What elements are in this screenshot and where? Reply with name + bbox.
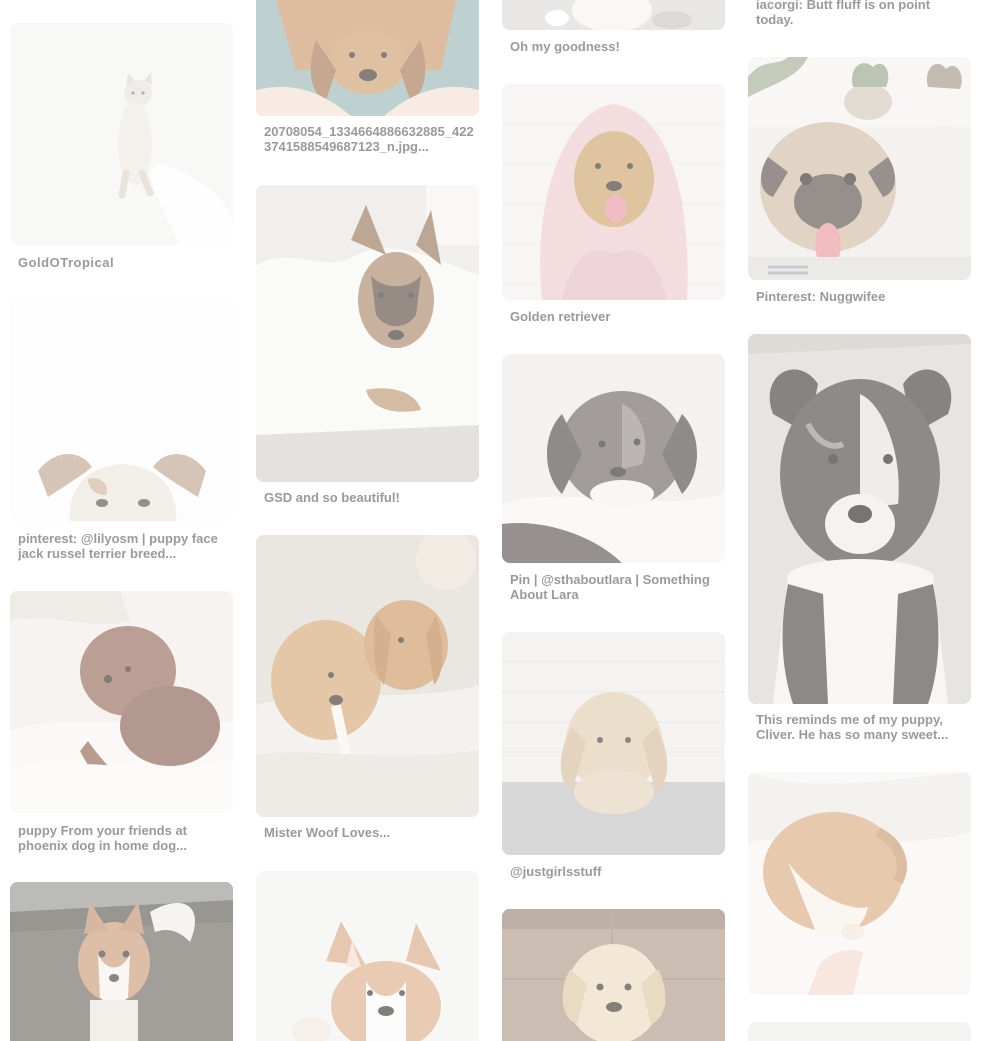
- pin-caption: GoldOTropical: [18, 255, 115, 270]
- pin-caption: Golden retriever: [510, 309, 611, 324]
- pin-white-pup[interactable]: Oh my goodness!: [502, 0, 725, 60]
- pin-image[interactable]: [502, 909, 725, 1041]
- pin-image[interactable]: [10, 299, 233, 521]
- pin-merle-pup[interactable]: Pin | @sthaboutlara | Something About La…: [502, 354, 725, 609]
- pin-image[interactable]: [502, 354, 725, 563]
- pin-caption: Pin | @sthaboutlara | Something About La…: [510, 572, 710, 602]
- pin-caption: Oh my goodness!: [510, 39, 620, 54]
- pin-bunny[interactable]: @justgirlsstuff: [502, 632, 725, 882]
- pin-image[interactable]: [256, 185, 479, 482]
- pin-terrier[interactable]: pinterest: @lilyosm | puppy face jack ru…: [10, 299, 233, 569]
- pin-image[interactable]: [748, 772, 971, 995]
- pin-image[interactable]: [502, 0, 725, 30]
- pin-caption: Mister Woof Loves...: [264, 825, 391, 840]
- pin-golden-lap[interactable]: 20708054_1334664886632885_42237415885496…: [256, 0, 479, 160]
- pin-image[interactable]: [256, 871, 479, 1041]
- pin-corgi-butt[interactable]: iacorgi: Butt fluff is on point today.: [748, 0, 971, 30]
- pin-sleeping-pup[interactable]: [748, 772, 971, 1002]
- pin-aussie-pup[interactable]: This reminds me of my puppy, Cliver. He …: [748, 334, 971, 749]
- pin-golden-pair[interactable]: Mister Woof Loves...: [256, 535, 479, 845]
- pin-kitten[interactable]: GoldOTropical: [10, 23, 233, 273]
- pin-golden-towel[interactable]: Golden retriever: [502, 84, 725, 334]
- pin-caption: pinterest: @lilyosm | puppy face jack ru…: [18, 531, 218, 561]
- pin-pug[interactable]: Pinterest: Nuggwifee: [748, 57, 971, 307]
- pin-caption: This reminds me of my puppy, Cliver. He …: [756, 712, 949, 742]
- pin-caption: GSD and so beautiful!: [264, 490, 400, 505]
- pin-image[interactable]: [256, 535, 479, 817]
- pin-image[interactable]: [10, 23, 233, 245]
- pin-husky[interactable]: [10, 882, 233, 1041]
- pin-caption: Pinterest: Nuggwifee: [756, 289, 886, 304]
- pin-image[interactable]: [748, 334, 971, 704]
- pin-image[interactable]: [10, 591, 233, 813]
- pin-image[interactable]: [10, 882, 233, 1041]
- pin-brown-poodle[interactable]: puppy From your friends at phoenix dog i…: [10, 591, 233, 861]
- pin-caption: @justgirlsstuff: [510, 864, 602, 879]
- pin-image[interactable]: [502, 84, 725, 300]
- pin-image[interactable]: [748, 1022, 971, 1041]
- pin-image[interactable]: [748, 57, 971, 280]
- pin-golden-puppy[interactable]: [502, 909, 725, 1041]
- pin-board: GoldOTropical pinterest: @lilyosm | pupp…: [0, 0, 1000, 1041]
- pin-caption: 20708054_1334664886632885_42237415885496…: [264, 124, 474, 154]
- pin-image[interactable]: [256, 0, 479, 116]
- pin-partial[interactable]: [748, 1022, 971, 1041]
- pin-caption: iacorgi: Butt fluff is on point today.: [756, 0, 931, 27]
- pin-image[interactable]: [502, 632, 725, 855]
- pin-gsd-blanket[interactable]: GSD and so beautiful!: [256, 185, 479, 510]
- pin-corgi[interactable]: [256, 871, 479, 1041]
- pin-caption: puppy From your friends at phoenix dog i…: [18, 823, 188, 853]
